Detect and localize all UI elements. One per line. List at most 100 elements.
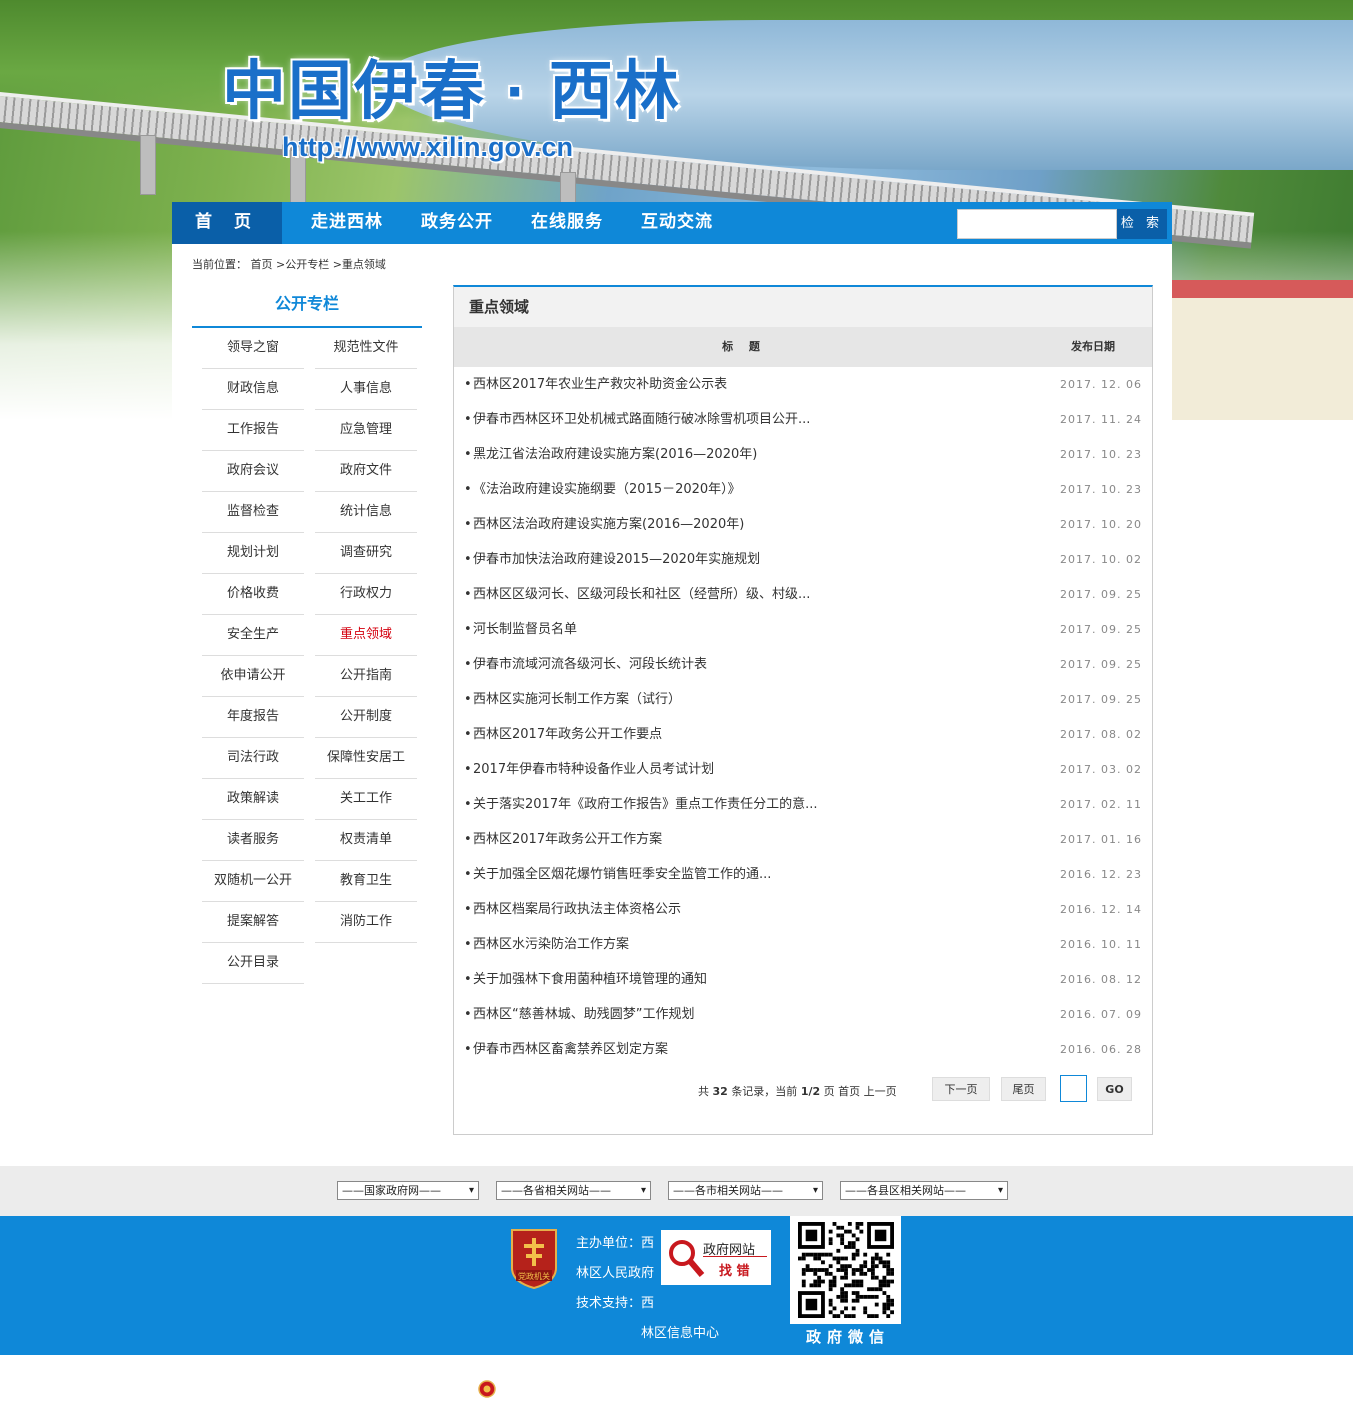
- sidebar-item[interactable]: 规范性文件: [315, 328, 417, 369]
- emblem-text: 党政机关: [518, 1271, 550, 1281]
- sidebar-item[interactable]: 行政权力: [315, 574, 417, 615]
- magnifier-icon: [669, 1240, 705, 1277]
- sidebar-item[interactable]: 公开目录: [202, 943, 304, 984]
- pager-last-button[interactable]: 尾页: [1001, 1077, 1046, 1101]
- pager-first[interactable]: 首页: [838, 1085, 860, 1098]
- pager-go-button[interactable]: GO: [1097, 1077, 1132, 1101]
- pager-page: 1/2: [800, 1085, 821, 1098]
- related-links-bar: ——国家政府网—— ——各省相关网站—— ——各市相关网站—— ——各县区相关网…: [0, 1166, 1353, 1216]
- sidebar-item[interactable]: 年度报告: [202, 697, 304, 738]
- list-item: • 西林区水污染防治工作方案 2016. 10. 11: [454, 927, 1152, 962]
- nav-home[interactable]: 首 页: [172, 202, 282, 244]
- sidebar-item[interactable]: 政策解读: [202, 779, 304, 820]
- sidebar-item[interactable]: 政府会议: [202, 451, 304, 492]
- article-date: 2017. 09. 25: [1060, 693, 1142, 706]
- bullet-icon: •: [464, 482, 472, 497]
- sidebar-item[interactable]: 政府文件: [315, 451, 417, 492]
- party-gov-emblem-icon[interactable]: 党政机关: [508, 1228, 560, 1290]
- sidebar-item[interactable]: 工作报告: [202, 410, 304, 451]
- list-item: • 伊春市西林区畜禽禁养区划定方案 2016. 06. 28: [454, 1032, 1152, 1067]
- article-title-link[interactable]: 关于落实2017年《政府工作报告》重点工作责任分工的意...: [473, 787, 817, 822]
- article-title-link[interactable]: 伊春市加快法治政府建设2015—2020年实施规划: [473, 542, 760, 577]
- sidebar-item[interactable]: 调查研究: [315, 533, 417, 574]
- sidebar-item[interactable]: 双随机一公开: [202, 861, 304, 902]
- pager-page-input[interactable]: [1060, 1075, 1087, 1102]
- article-title-link[interactable]: 西林区2017年农业生产救灾补助资金公示表: [473, 367, 727, 402]
- tech-label-2: 林区信息中心: [641, 1326, 720, 1341]
- pager-total: 32: [712, 1085, 728, 1098]
- content-title: 重点领域: [454, 287, 1152, 327]
- nav-gov-affairs[interactable]: 政务公开: [402, 202, 512, 244]
- article-title-link[interactable]: 伊春市流域河流各级河长、河段长统计表: [473, 647, 707, 682]
- search-button[interactable]: 检 索: [1117, 209, 1167, 239]
- select-county-sites[interactable]: ——各县区相关网站——: [840, 1181, 1008, 1200]
- select-national-sites[interactable]: ——国家政府网——: [337, 1181, 479, 1200]
- article-title-link[interactable]: 河长制监督员名单: [473, 612, 577, 647]
- sidebar-item[interactable]: 规划计划: [202, 533, 304, 574]
- article-title-link[interactable]: 关于加强林下食用菌种植环境管理的通知: [473, 962, 707, 997]
- sidebar-item[interactable]: 人事信息: [315, 369, 417, 410]
- article-date: 2016. 06. 28: [1060, 1043, 1142, 1056]
- sidebar-item[interactable]: 价格收费: [202, 574, 304, 615]
- article-title-link[interactable]: 2017年伊春市特种设备作业人员考试计划: [473, 752, 714, 787]
- sidebar-item[interactable]: 领导之窗: [202, 328, 304, 369]
- sidebar-item[interactable]: 提案解答: [202, 902, 304, 943]
- sidebar-item[interactable]: 司法行政: [202, 738, 304, 779]
- sidebar-item[interactable]: 依申请公开: [202, 656, 304, 697]
- sidebar-item[interactable]: 安全生产: [202, 615, 304, 656]
- list-item: • 西林区档案局行政执法主体资格公示 2016. 12. 14: [454, 892, 1152, 927]
- banner-houses: [1170, 280, 1353, 420]
- sidebar-item[interactable]: 消防工作: [315, 902, 417, 943]
- article-title-link[interactable]: 关于加强全区烟花爆竹销售旺季安全监管工作的通...: [473, 857, 771, 892]
- list-item: • 西林区区级河长、区级河段长和社区（经营所）级、村级... 2017. 09. 2…: [454, 577, 1152, 612]
- nav-interaction[interactable]: 互动交流: [622, 202, 732, 244]
- sidebar-item[interactable]: 公开指南: [315, 656, 417, 697]
- pager-prev[interactable]: 上一页: [864, 1085, 897, 1098]
- breadcrumb: 当前位置： 首页 >公开专栏 >重点领域: [192, 258, 386, 271]
- bridge-pillar: [140, 135, 156, 195]
- select-city-sites[interactable]: ——各市相关网站——: [668, 1181, 823, 1200]
- sidebar-item[interactable]: 教育卫生: [315, 861, 417, 902]
- host-label-1: 主办单位：西: [576, 1236, 655, 1251]
- article-date: 2017. 10. 20: [1060, 518, 1142, 531]
- article-title-link[interactable]: 西林区2017年政务公开工作要点: [473, 717, 662, 752]
- article-title-link[interactable]: 西林区2017年政务公开工作方案: [473, 822, 662, 857]
- article-title-link[interactable]: 黑龙江省法治政府建设实施方案(2016—2020年): [473, 437, 757, 472]
- footer: 党政机关 主办单位：西 林区人民政府 技术支持：西 林区信息中心 政府网站 找 …: [0, 1216, 1353, 1355]
- gov-site-error-report[interactable]: 政府网站 找 错: [661, 1230, 771, 1285]
- bullet-icon: •: [464, 797, 472, 812]
- article-title-link[interactable]: 西林区“慈善林城、助残圆梦”工作规划: [473, 997, 694, 1032]
- nav-about-xilin[interactable]: 走进西林: [292, 202, 402, 244]
- article-title-link[interactable]: 西林区区级河长、区级河段长和社区（经营所）级、村级...: [473, 577, 810, 612]
- article-title-link[interactable]: 《法治政府建设实施纲要（2015－2020年）》: [473, 472, 741, 507]
- sidebar-item[interactable]: 财政信息: [202, 369, 304, 410]
- article-date: 2017. 09. 25: [1060, 623, 1142, 636]
- pager-info: 共 32 条记录，当前 1/2 页 首页 上一页: [698, 1083, 897, 1099]
- sidebar-item[interactable]: 重点领域: [315, 615, 417, 656]
- article-title-link[interactable]: 西林区档案局行政执法主体资格公示: [473, 892, 681, 927]
- sidebar-item[interactable]: 公开制度: [315, 697, 417, 738]
- sidebar-item[interactable]: 监督检查: [202, 492, 304, 533]
- list-item: • 关于加强林下食用菌种植环境管理的通知 2016. 08. 12: [454, 962, 1152, 997]
- article-title-link[interactable]: 西林区法治政府建设实施方案(2016—2020年): [473, 507, 744, 542]
- police-badge-icon[interactable]: [478, 1380, 496, 1398]
- sidebar-item[interactable]: 关工工作: [315, 779, 417, 820]
- select-province-sites[interactable]: ——各省相关网站——: [496, 1181, 651, 1200]
- sidebar-item[interactable]: 权责清单: [315, 820, 417, 861]
- bullet-icon: •: [464, 412, 472, 427]
- pager-next-button[interactable]: 下一页: [932, 1077, 990, 1101]
- bullet-icon: •: [464, 902, 472, 917]
- article-title-link[interactable]: 伊春市西林区环卫处机械式路面随行破冰除雪机项目公开...: [473, 402, 810, 437]
- sidebar-item[interactable]: 统计信息: [315, 492, 417, 533]
- wechat-qr-code: [790, 1216, 901, 1324]
- sidebar-item[interactable]: 应急管理: [315, 410, 417, 451]
- nav-online-service[interactable]: 在线服务: [512, 202, 622, 244]
- article-title-link[interactable]: 伊春市西林区畜禽禁养区划定方案: [473, 1032, 668, 1067]
- search-input[interactable]: [957, 209, 1117, 239]
- sidebar-item[interactable]: 读者服务: [202, 820, 304, 861]
- sidebar-item[interactable]: 保障性安居工: [315, 738, 417, 779]
- article-title-link[interactable]: 西林区实施河长制工作方案（试行）: [473, 682, 681, 717]
- article-date: 2017. 02. 11: [1060, 798, 1142, 811]
- article-date: 2016. 07. 09: [1060, 1008, 1142, 1021]
- article-title-link[interactable]: 西林区水污染防治工作方案: [473, 927, 629, 962]
